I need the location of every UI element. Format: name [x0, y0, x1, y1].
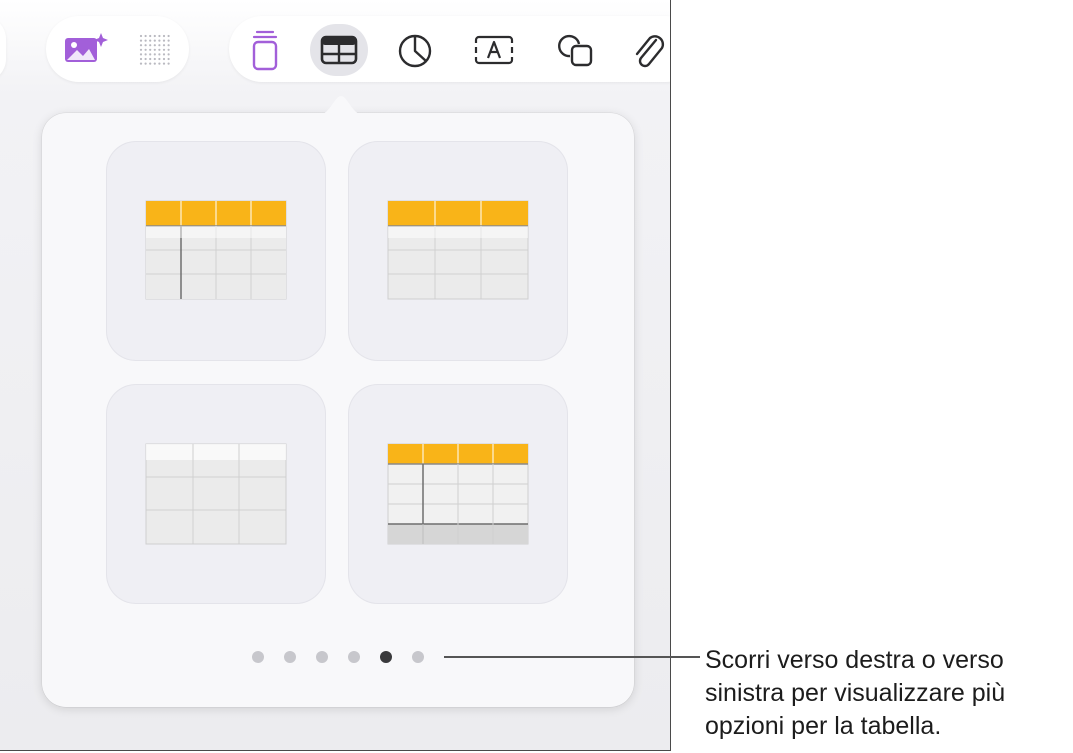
callout-leader-line: [444, 656, 700, 658]
table-style-option[interactable]: [106, 141, 326, 361]
table-preview-header-row: [387, 200, 529, 300]
dot-grid-button[interactable]: [126, 24, 184, 76]
popover-arrow: [316, 96, 366, 116]
page-dot[interactable]: [348, 651, 360, 663]
toolbar-edge-pill: [0, 16, 6, 82]
shape-icon: [558, 34, 593, 67]
table-style-option[interactable]: [106, 384, 326, 604]
insert-layers-button[interactable]: [236, 24, 294, 76]
table-preview-header-row-column: [145, 200, 287, 300]
paperclip-icon: [635, 35, 665, 68]
page-dot[interactable]: [252, 651, 264, 663]
page-dot[interactable]: [316, 651, 328, 663]
text-box-icon: [474, 35, 514, 65]
page-indicator[interactable]: [252, 651, 444, 665]
insert-text-box-button[interactable]: [465, 24, 523, 76]
pie-chart-icon: [398, 34, 432, 68]
table-style-popover: [42, 113, 634, 707]
table-style-option[interactable]: [348, 384, 568, 604]
page-dot[interactable]: [412, 651, 424, 663]
callout-text: Scorri verso destra o verso sinistra per…: [705, 646, 1006, 740]
page-dot[interactable]: [284, 651, 296, 663]
table-icon: [320, 35, 358, 65]
table-preview-header-footer: [387, 443, 529, 545]
page-dot-current[interactable]: [380, 651, 392, 663]
insert-shape-button[interactable]: [547, 24, 605, 76]
table-style-option[interactable]: [348, 141, 568, 361]
table-preview-plain: [145, 443, 287, 545]
layers-icon: [252, 30, 278, 71]
insert-attachment-button[interactable]: [619, 24, 670, 76]
app-screen: [0, 0, 671, 751]
insert-image-button[interactable]: [56, 24, 114, 76]
dot-grid-icon: [139, 34, 170, 65]
insert-table-button[interactable]: [310, 24, 368, 76]
image-sparkle-icon: [65, 33, 108, 62]
insert-chart-button[interactable]: [386, 24, 444, 76]
